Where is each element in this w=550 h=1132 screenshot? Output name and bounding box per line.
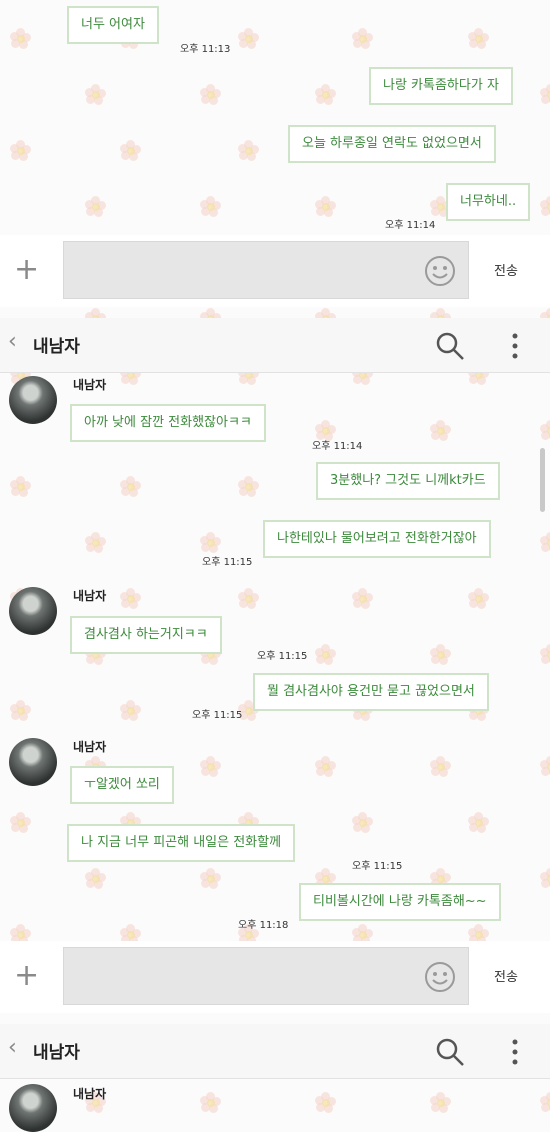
flower-decoration <box>315 1092 337 1114</box>
received-message-bubble: 나 지금 너무 피곤해 내일은 전화할께 <box>67 824 296 862</box>
chevron-left-icon[interactable]: ‹ <box>8 1036 17 1060</box>
flower-decoration <box>85 196 107 218</box>
message-timestamp: 오후 11:15 <box>202 557 253 568</box>
message-timestamp: 오후 11:14 <box>312 441 363 452</box>
flower-decoration <box>540 1092 550 1114</box>
avatar[interactable] <box>9 587 57 635</box>
message-input-field[interactable] <box>63 947 469 1005</box>
chat-header: ‹ 내남자 <box>0 1024 550 1079</box>
message-input-bar: + 전송 <box>0 941 550 1013</box>
chat-header: ‹ 내남자 <box>0 318 550 373</box>
flower-decoration <box>540 532 550 554</box>
flower-decoration <box>85 532 107 554</box>
flower-decoration <box>540 196 550 218</box>
sender-name: 내남자 <box>73 589 107 603</box>
sender-name: 내남자 <box>73 1087 107 1101</box>
flower-decoration <box>10 28 32 50</box>
more-vertical-icon[interactable] <box>508 1038 522 1066</box>
flower-decoration <box>238 28 260 50</box>
flower-decoration <box>10 476 32 498</box>
flower-decoration <box>85 84 107 106</box>
flower-decoration <box>540 644 550 666</box>
flower-decoration <box>120 476 142 498</box>
plus-icon[interactable]: + <box>14 255 39 285</box>
message-timestamp: 오후 11:18 <box>238 920 289 931</box>
flower-decoration <box>315 84 337 106</box>
more-vertical-icon[interactable] <box>508 332 522 360</box>
flower-decoration <box>85 868 107 890</box>
flower-decoration <box>430 1092 452 1114</box>
flower-decoration <box>238 588 260 610</box>
sent-message-bubble: 3분했나? 그것도 니께kt카드 <box>316 462 500 500</box>
received-message-bubble: ㅜ알겠어 쏘리 <box>70 766 174 804</box>
flower-decoration <box>468 588 490 610</box>
flower-decoration <box>120 140 142 162</box>
flower-decoration <box>352 28 374 50</box>
flower-decoration <box>200 84 222 106</box>
sender-name: 내남자 <box>73 378 107 392</box>
search-icon[interactable] <box>435 1037 465 1067</box>
flower-decoration <box>120 700 142 722</box>
flower-decoration <box>540 420 550 442</box>
message-timestamp: 오후 11:15 <box>257 651 308 662</box>
flower-decoration <box>468 28 490 50</box>
sent-message-bubble: 너무하네.. <box>446 183 531 221</box>
sent-message-bubble: 나랑 카톡좀하다가 자 <box>369 67 513 105</box>
scrollbar[interactable] <box>540 448 545 512</box>
flower-decoration <box>430 756 452 778</box>
flower-decoration <box>430 644 452 666</box>
sent-message-bubble: 나한테있나 물어보려고 전화한거잖아 <box>263 520 491 558</box>
search-icon[interactable] <box>435 331 465 361</box>
chat-title: 내남자 <box>33 337 80 357</box>
message-input-field[interactable] <box>63 241 469 299</box>
flower-decoration <box>468 812 490 834</box>
smiley-icon[interactable] <box>424 255 456 287</box>
message-timestamp: 오후 11:13 <box>180 44 231 55</box>
received-message-bubble: 겸사겸사 하는거지ㅋㅋ <box>70 616 222 654</box>
flower-decoration <box>430 420 452 442</box>
flower-decoration <box>200 196 222 218</box>
flower-decoration <box>10 700 32 722</box>
avatar[interactable] <box>9 738 57 786</box>
flower-decoration <box>315 644 337 666</box>
flower-decoration <box>540 868 550 890</box>
flower-decoration <box>238 476 260 498</box>
received-message-bubble: 아까 낮에 잠깐 전화했잖아ㅋㅋ <box>70 404 266 442</box>
avatar[interactable] <box>9 376 57 424</box>
flower-decoration <box>200 756 222 778</box>
flower-decoration <box>120 588 142 610</box>
sender-name: 내남자 <box>73 740 107 754</box>
flower-decoration <box>10 140 32 162</box>
flower-decoration <box>315 756 337 778</box>
flower-decoration <box>10 812 32 834</box>
send-button[interactable]: 전송 <box>494 966 518 985</box>
flower-decoration <box>238 140 260 162</box>
message-timestamp: 오후 11:14 <box>385 220 436 231</box>
flower-decoration <box>352 812 374 834</box>
chat-title: 내남자 <box>33 1043 80 1063</box>
sent-message-bubble: 티비볼시간에 나랑 카톡좀해~~ <box>299 883 501 921</box>
chevron-left-icon[interactable]: ‹ <box>8 330 17 354</box>
flower-decoration <box>200 532 222 554</box>
flower-decoration <box>200 1092 222 1114</box>
smiley-icon[interactable] <box>424 961 456 993</box>
sent-message-bubble: 뭘 겸사겸사야 용건만 묻고 끊었으면서 <box>253 673 489 711</box>
flower-decoration <box>200 868 222 890</box>
send-button[interactable]: 전송 <box>494 260 518 279</box>
flower-decoration <box>540 84 550 106</box>
received-message-bubble: 너두 어여자 <box>67 6 159 44</box>
message-timestamp: 오후 11:15 <box>192 710 243 721</box>
flower-decoration <box>540 756 550 778</box>
message-input-bar: + 전송 <box>0 235 550 307</box>
plus-icon[interactable]: + <box>14 961 39 991</box>
avatar[interactable] <box>9 1084 57 1132</box>
flower-decoration <box>352 588 374 610</box>
sent-message-bubble: 오늘 하루종일 연락도 없었으면서 <box>288 125 496 163</box>
message-timestamp: 오후 11:15 <box>352 861 403 872</box>
flower-decoration <box>315 196 337 218</box>
